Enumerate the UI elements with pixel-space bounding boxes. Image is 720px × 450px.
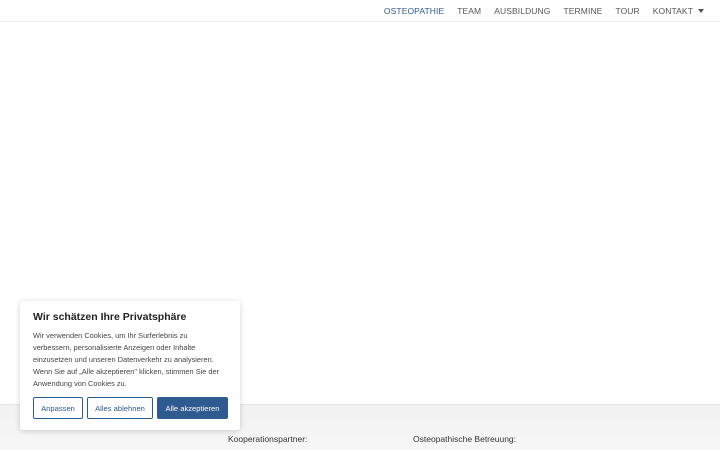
cookie-consent-banner: Wir schätzen Ihre Privatsphäre Wir verwe…: [20, 301, 240, 430]
reject-all-button[interactable]: Alles ablehnen: [87, 397, 153, 419]
nav-item-kontakt-label: KONTAKT: [652, 6, 693, 16]
cookie-text: Wir verwenden Cookies, um Ihr Surferlebn…: [33, 331, 220, 388]
nav-item-kontakt[interactable]: KONTAKT: [653, 6, 704, 16]
footer-partners-heading: Kooperationspartner:: [228, 434, 308, 444]
main-nav: OSTEOPATHIE TEAM AUSBILDUNG TERMINE TOUR…: [371, 0, 704, 22]
nav-item-team[interactable]: TEAM: [457, 6, 481, 16]
chevron-down-icon: [698, 9, 704, 13]
nav-item-tour[interactable]: TOUR: [615, 6, 639, 16]
cookie-title: Wir schätzen Ihre Privatsphäre: [33, 311, 187, 323]
accept-all-button[interactable]: Alle akzeptieren: [157, 397, 228, 419]
nav-item-termine[interactable]: TERMINE: [564, 6, 603, 16]
cookie-buttons: Anpassen Alles ablehnen Alle akzeptieren: [33, 397, 228, 419]
customize-button[interactable]: Anpassen: [33, 397, 83, 419]
nav-item-osteopathie[interactable]: OSTEOPATHIE: [384, 6, 444, 16]
footer-care-heading: Osteopathische Betreuung:: [413, 434, 517, 444]
top-bar: OSTEOPATHIE TEAM AUSBILDUNG TERMINE TOUR…: [0, 0, 720, 22]
nav-item-ausbildung[interactable]: AUSBILDUNG: [494, 6, 550, 16]
